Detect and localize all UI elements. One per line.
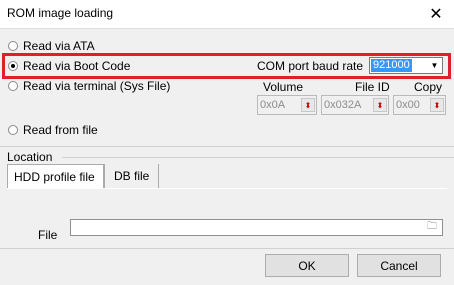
radio-read-via-boot-code[interactable] xyxy=(8,61,18,71)
section-divider xyxy=(0,146,454,147)
baud-rate-value: 921000 xyxy=(371,59,412,72)
ok-button-label: OK xyxy=(298,258,316,273)
window-title: ROM image loading xyxy=(7,6,114,20)
volume-label: Volume xyxy=(263,80,304,94)
read-via-terminal-label[interactable]: Read via terminal (Sys File) xyxy=(23,79,170,93)
close-button[interactable]: ✕ xyxy=(424,3,448,25)
footer-divider xyxy=(0,248,454,249)
chevron-down-icon[interactable]: ▼ xyxy=(427,58,442,73)
radio-selected-dot xyxy=(11,64,15,68)
file-id-value: 0x032A xyxy=(324,99,362,111)
copy-value: 0x00 xyxy=(396,99,420,111)
copy-label: Copy xyxy=(414,80,443,94)
location-group-label: Location xyxy=(7,150,53,164)
read-from-file-label[interactable]: Read from file xyxy=(23,123,98,137)
radio-read-via-ata[interactable] xyxy=(8,41,18,51)
ok-button[interactable]: OK xyxy=(265,254,349,277)
tab-panel-edge xyxy=(7,188,447,189)
spin-arrows-icon[interactable]: ⬍ xyxy=(430,98,444,112)
volume-value: 0x0A xyxy=(260,99,286,111)
file-path-input[interactable]: 🗀 xyxy=(70,219,443,236)
folder-icon[interactable]: 🗀 xyxy=(425,221,439,233)
cancel-button[interactable]: Cancel xyxy=(357,254,441,277)
title-separator xyxy=(0,28,454,29)
file-id-label: File ID xyxy=(355,80,390,94)
baud-rate-select[interactable]: 921000 ▼ xyxy=(369,57,443,74)
tab-hdd-profile-file[interactable]: HDD profile file xyxy=(7,164,104,188)
tab-separator xyxy=(104,164,105,188)
spin-arrows-icon[interactable]: ⬍ xyxy=(373,98,387,112)
volume-field[interactable]: 0x0A ⬍ xyxy=(257,95,317,115)
cancel-button-label: Cancel xyxy=(380,258,418,273)
spin-arrows-icon[interactable]: ⬍ xyxy=(301,98,315,112)
tab-db-file[interactable]: DB file xyxy=(108,164,158,188)
close-icon: ✕ xyxy=(429,6,443,23)
location-group-line xyxy=(62,157,454,158)
radio-read-via-terminal[interactable] xyxy=(8,81,18,91)
tab-label: DB file xyxy=(114,169,150,183)
tab-label: HDD profile file xyxy=(14,169,95,184)
tab-separator xyxy=(158,164,159,188)
copy-field[interactable]: 0x00 ⬍ xyxy=(393,95,446,115)
file-label: File xyxy=(38,228,58,242)
file-id-field[interactable]: 0x032A ⬍ xyxy=(321,95,389,115)
baud-rate-label: COM port baud rate xyxy=(257,59,364,73)
radio-read-from-file[interactable] xyxy=(8,125,18,135)
read-via-ata-label[interactable]: Read via ATA xyxy=(23,39,95,53)
read-via-boot-code-label[interactable]: Read via Boot Code xyxy=(23,59,130,73)
